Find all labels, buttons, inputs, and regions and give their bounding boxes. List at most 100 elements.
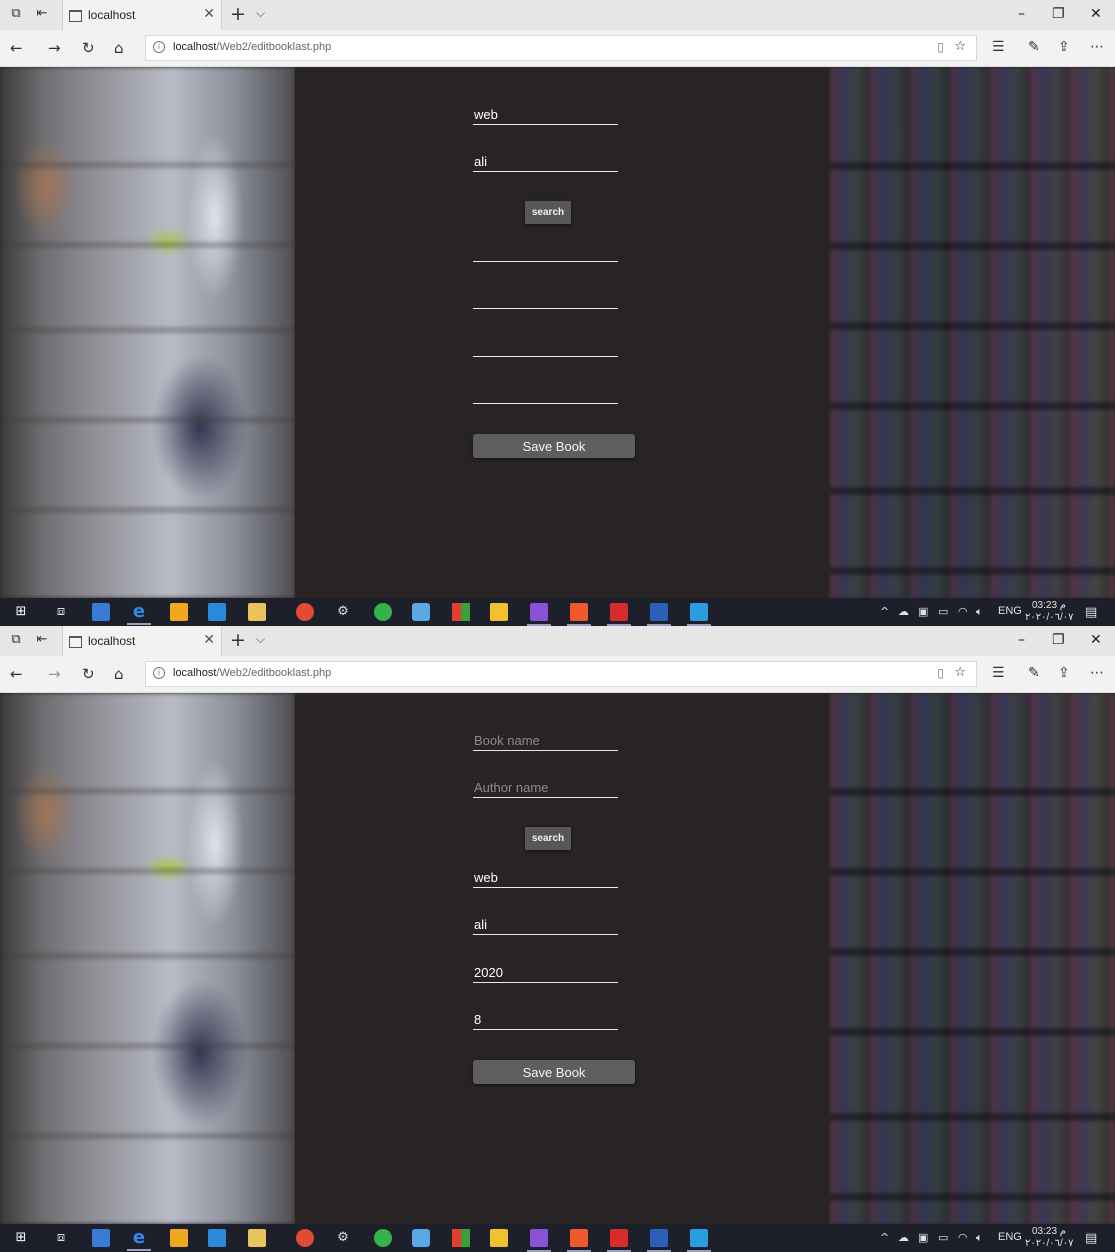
url-field[interactable]: i localhost/Web2/editbooklast.php ▯ ☆ [145,661,977,687]
site-info-icon[interactable]: i [153,667,165,679]
onedrive-icon[interactable]: ☁ [898,605,909,618]
result-count-field[interactable] [473,1010,618,1030]
result-author-field[interactable] [473,289,618,309]
set-aside-tabs-icon[interactable]: ⇤ [35,633,49,647]
store-icon[interactable] [170,1229,188,1247]
start-icon[interactable]: ⊞ [12,604,30,620]
search-button[interactable]: search [525,201,571,224]
tab-preview-chevron-icon[interactable]: ⌵ [256,632,265,647]
restore-icon[interactable]: ❐ [1052,632,1065,648]
wifi-icon[interactable]: ◠ [958,1231,968,1244]
browser-tab[interactable]: localhost ✕ [62,0,222,30]
reading-view-icon[interactable]: ▯ [937,40,944,54]
language-indicator[interactable]: ENG [998,1231,1022,1243]
refresh-icon[interactable]: ↻ [82,39,95,57]
result-book-name-field[interactable] [473,868,618,888]
start-icon[interactable]: ⊞ [12,1230,30,1246]
visual-studio-icon[interactable] [527,603,551,626]
minimize-icon[interactable]: – [1018,6,1025,22]
app-grid-icon[interactable] [452,1229,470,1247]
clock[interactable]: 03:23 م ٢٠٢٠/٠٦/٠٧ [1025,600,1074,624]
task-view-icon[interactable]: ⧈ [52,604,70,620]
task-view-icon[interactable]: ⧈ [52,1230,70,1246]
new-tab-icon[interactable]: + [230,3,246,25]
forward-arrow-icon[interactable]: → [48,665,61,683]
site-info-icon[interactable]: i [153,41,165,53]
chrome-icon[interactable] [296,1229,314,1247]
share-icon[interactable]: ⇪ [1058,665,1070,681]
chrome-icon[interactable] [296,603,314,621]
display-icon[interactable]: ▣ [918,605,928,618]
edge-icon[interactable]: e [127,1229,151,1251]
more-icon[interactable]: ⋯ [1090,665,1104,681]
pen-icon[interactable]: ✎ [1028,39,1040,55]
share-icon[interactable]: ⇪ [1058,39,1070,55]
xampp-icon[interactable] [567,603,591,626]
new-tab-icon[interactable]: + [230,629,246,651]
mail-icon[interactable] [208,603,226,621]
volume-icon[interactable]: 🔈︎ [976,605,983,619]
clock[interactable]: 03:23 م ٢٠٢٠/٠٦/٠٧ [1025,1226,1074,1250]
home-icon[interactable]: ⌂ [114,665,124,683]
star-icon[interactable]: ☆ [954,665,966,680]
set-aside-tabs-icon[interactable]: ⇤ [35,7,49,21]
back-arrow-icon[interactable]: ← [10,39,23,57]
result-book-name-field[interactable] [473,242,618,262]
result-year-field[interactable] [473,337,618,357]
forward-arrow-icon[interactable]: → [48,39,61,57]
save-book-button[interactable]: Save Book [473,1060,635,1084]
close-window-icon[interactable]: ✕ [1090,6,1102,22]
browser-tab[interactable]: localhost ✕ [62,626,222,656]
language-indicator[interactable]: ENG [998,605,1022,617]
app-grid-icon[interactable] [452,603,470,621]
edge-icon[interactable]: e [127,603,151,625]
result-year-field[interactable] [473,963,618,983]
vscode-icon[interactable] [687,603,711,626]
mail-icon[interactable] [208,1229,226,1247]
acrobat-icon[interactable] [607,1229,631,1252]
vscode-icon[interactable] [687,1229,711,1252]
whatsapp-icon[interactable] [374,1229,392,1247]
back-arrow-icon[interactable]: ← [10,665,23,683]
acrobat-icon[interactable] [607,603,631,626]
restore-icon[interactable]: ❐ [1052,6,1065,22]
url-field[interactable]: i localhost/Web2/editbooklast.php ▯ ☆ [145,35,977,61]
volume-icon[interactable]: 🔈︎ [976,1231,983,1245]
tab-close-icon[interactable]: ✕ [203,632,215,648]
onedrive-icon[interactable]: ☁ [898,1231,909,1244]
battery-icon[interactable]: ▭ [938,1231,948,1244]
word-icon[interactable] [647,603,671,626]
notifications-icon[interactable]: ▤ [1085,1231,1097,1246]
paint-icon[interactable] [490,603,508,621]
pen-icon[interactable]: ✎ [1028,665,1040,681]
book-name-input[interactable] [473,105,618,125]
wifi-icon[interactable]: ◠ [958,605,968,618]
visual-studio-icon[interactable] [527,1229,551,1252]
display-icon[interactable]: ▣ [918,1231,928,1244]
more-icon[interactable]: ⋯ [1090,39,1104,55]
show-hidden-icons-icon[interactable]: ^ [880,605,889,618]
settings-gear-icon[interactable]: ⚙ [334,604,352,620]
favorites-list-icon[interactable]: ☰ [992,665,1005,681]
store-icon[interactable] [170,603,188,621]
favorites-list-icon[interactable]: ☰ [992,39,1005,55]
home-icon[interactable]: ⌂ [114,39,124,57]
save-book-button[interactable]: Save Book [473,434,635,458]
photos-icon[interactable] [92,603,110,621]
star-icon[interactable]: ☆ [954,39,966,54]
tab-actions-icon[interactable]: ⧉ [9,7,23,21]
3d-viewer-icon[interactable] [412,1229,430,1247]
file-explorer-icon[interactable] [248,1229,266,1247]
settings-gear-icon[interactable]: ⚙ [334,1230,352,1246]
minimize-icon[interactable]: – [1018,632,1025,648]
author-name-input[interactable] [473,152,618,172]
show-hidden-icons-icon[interactable]: ^ [880,1231,889,1244]
xampp-icon[interactable] [567,1229,591,1252]
photos-icon[interactable] [92,1229,110,1247]
result-count-field[interactable] [473,384,618,404]
word-icon[interactable] [647,1229,671,1252]
paint-icon[interactable] [490,1229,508,1247]
search-button[interactable]: search [525,827,571,850]
file-explorer-icon[interactable] [248,603,266,621]
tab-preview-chevron-icon[interactable]: ⌵ [256,6,265,21]
